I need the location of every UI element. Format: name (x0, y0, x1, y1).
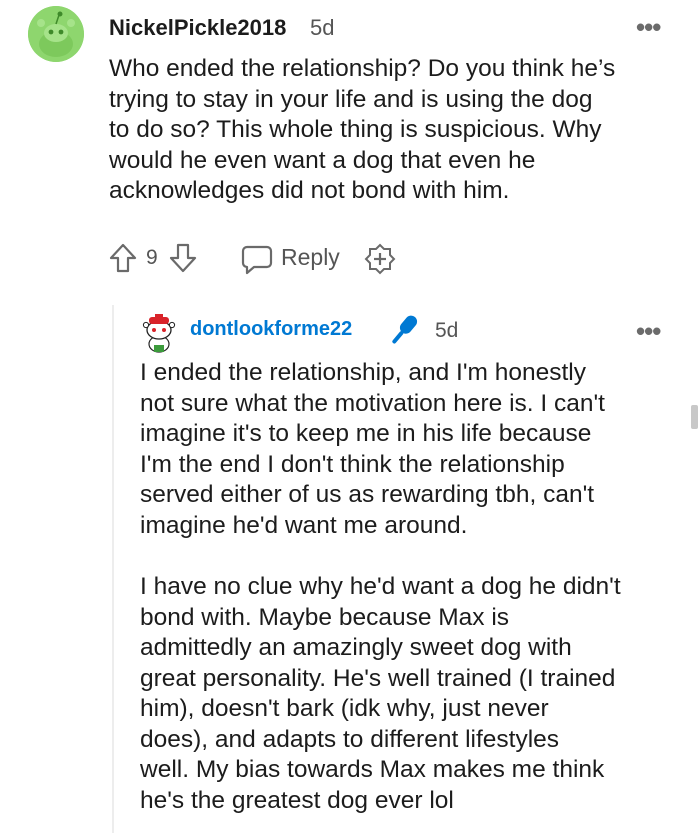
snoo-avatar-icon (142, 314, 176, 353)
reply-avatar[interactable] (141, 311, 177, 353)
avatar[interactable] (28, 6, 84, 62)
comment-body: Who ended the relationship? Do you think… (109, 55, 616, 204)
reply-author[interactable]: dontlookforme22 (190, 318, 352, 341)
vote-count: 9 (146, 246, 158, 269)
more-options-icon[interactable]: ••• (636, 318, 661, 344)
more-options-icon[interactable]: ••• (636, 14, 661, 40)
upvote-icon (109, 243, 137, 273)
reply-label: Reply (281, 244, 340, 270)
reply-body-paragraph: I ended the relationship, and I'm honest… (140, 359, 605, 539)
upvote-button[interactable] (108, 242, 138, 279)
op-microphone-icon (384, 310, 424, 355)
reply-icon (241, 245, 273, 275)
downvote-icon (169, 243, 197, 273)
award-icon (364, 243, 396, 275)
reply-age: 5d (435, 319, 459, 342)
downvote-button[interactable] (168, 242, 198, 279)
snoo-avatar-icon (28, 6, 84, 62)
comment-age: 5d (310, 15, 335, 40)
thread-line[interactable] (112, 305, 114, 833)
reply-body-paragraph: I have no clue why he'd want a dog he di… (140, 573, 621, 814)
award-button[interactable] (364, 243, 396, 280)
comment-author[interactable]: NickelPickle2018 (109, 15, 286, 41)
scrollbar-thumb[interactable] (691, 405, 698, 429)
